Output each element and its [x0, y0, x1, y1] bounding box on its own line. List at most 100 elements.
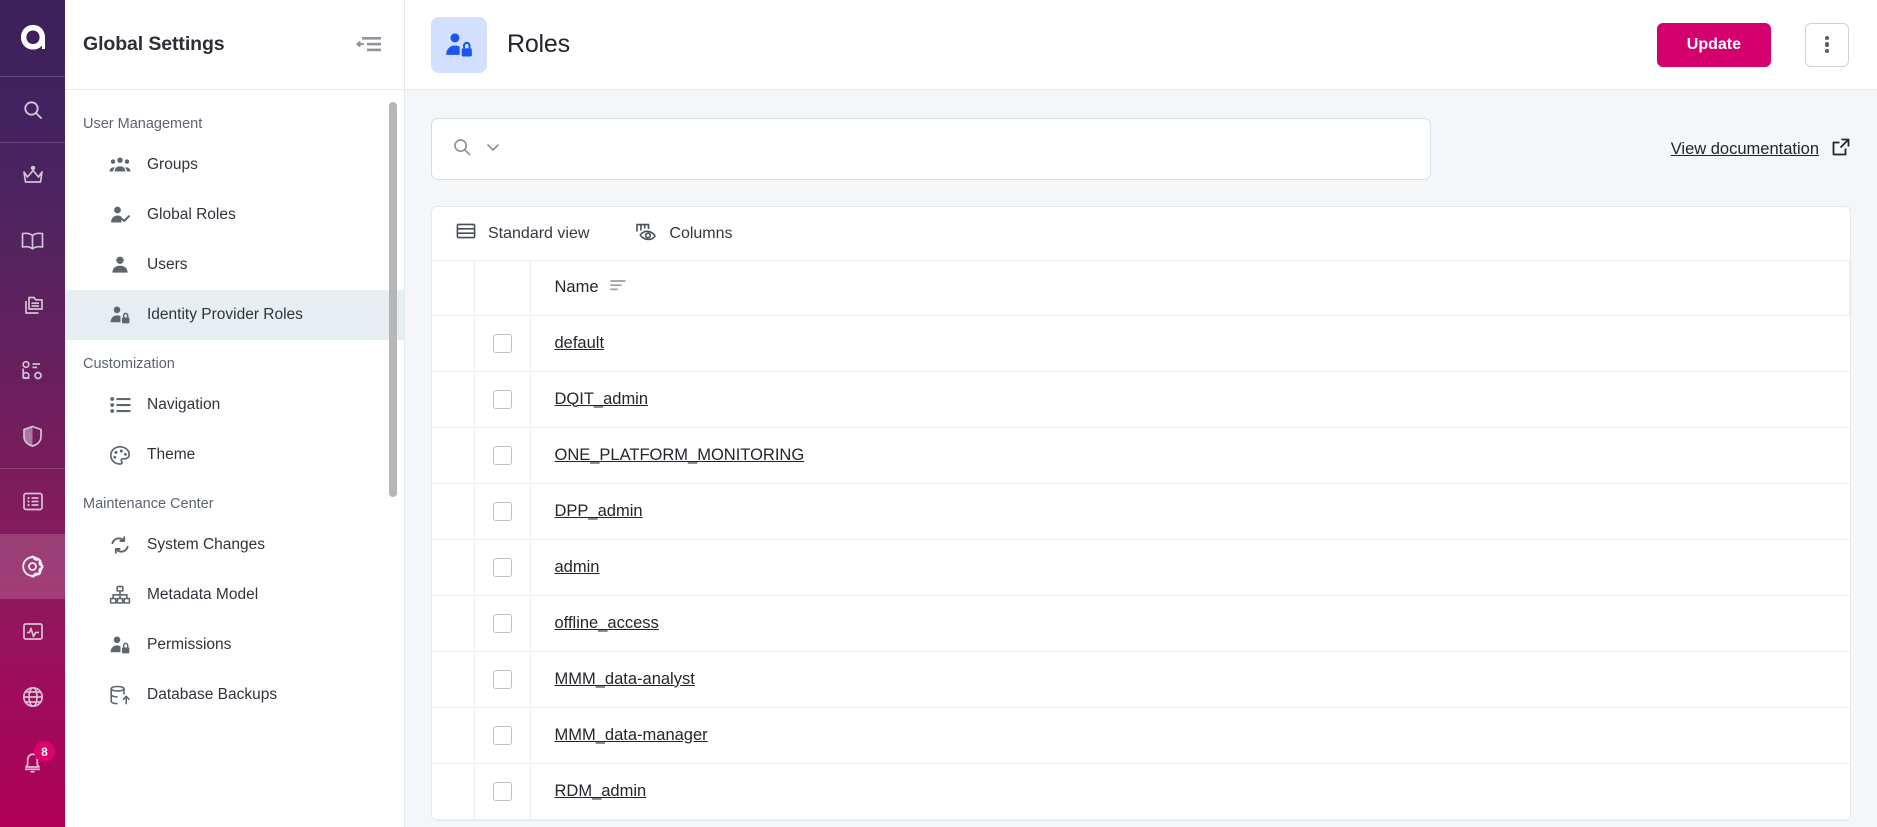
sidebar-item-global-roles[interactable]: Global Roles: [65, 190, 404, 240]
sidebar-item-groups[interactable]: Groups: [65, 140, 404, 190]
sidebar-title: Global Settings: [83, 33, 225, 56]
user-check-icon: [109, 204, 131, 226]
sidebar-item-identity-provider-roles[interactable]: Identity Provider Roles: [65, 290, 404, 340]
view-documentation-link[interactable]: View documentation: [1671, 137, 1851, 162]
row-name-cell: offline_access: [530, 595, 1850, 651]
sort-icon[interactable]: [609, 278, 627, 297]
external-link-icon: [1831, 137, 1851, 162]
rail-item-notifications[interactable]: 8: [0, 729, 65, 794]
role-link[interactable]: DPP_admin: [531, 502, 643, 521]
rail-item-folders[interactable]: [0, 273, 65, 338]
sidebar-item-permissions[interactable]: Permissions: [65, 620, 404, 670]
role-link[interactable]: ONE_PLATFORM_MONITORING: [531, 446, 805, 465]
row-name-cell: ONE_PLATFORM_MONITORING: [530, 427, 1850, 483]
row-checkbox-cell[interactable]: [474, 539, 530, 595]
more-vertical-icon[interactable]: [1805, 23, 1849, 67]
columns-eye-icon: [635, 222, 657, 246]
row-checkbox[interactable]: [493, 726, 512, 745]
table-row[interactable]: RDM_admin: [432, 763, 1850, 819]
sidebar-scrollbar-thumb[interactable]: [389, 102, 397, 497]
chevron-down-icon[interactable]: [484, 138, 502, 161]
role-link[interactable]: offline_access: [531, 614, 659, 633]
row-checkbox-cell[interactable]: [474, 427, 530, 483]
sidebar-item-label: Theme: [147, 446, 195, 464]
role-link[interactable]: MMM_data-analyst: [531, 670, 695, 689]
row-name-cell: MMM_data-analyst: [530, 651, 1850, 707]
rail-item-analytics[interactable]: [0, 338, 65, 403]
sidebar-item-navigation[interactable]: Navigation: [65, 380, 404, 430]
table-row[interactable]: admin: [432, 539, 1850, 595]
row-checkbox-cell[interactable]: [474, 371, 530, 427]
search-input[interactable]: [514, 140, 1410, 158]
table-row[interactable]: default: [432, 315, 1850, 371]
row-checkbox[interactable]: [493, 502, 512, 521]
rail-item-book[interactable]: [0, 208, 65, 273]
row-checkbox[interactable]: [493, 446, 512, 465]
search-icon: [452, 137, 472, 162]
sidebar-item-database-backups[interactable]: Database Backups: [65, 670, 404, 720]
table-row[interactable]: offline_access: [432, 595, 1850, 651]
role-link[interactable]: admin: [531, 558, 600, 577]
page-header: Roles Update: [405, 0, 1877, 90]
table-row[interactable]: ONE_PLATFORM_MONITORING: [432, 427, 1850, 483]
row-gutter: [432, 539, 474, 595]
sidebar-item-theme[interactable]: Theme: [65, 430, 404, 480]
row-checkbox-cell[interactable]: [474, 595, 530, 651]
row-checkbox-cell[interactable]: [474, 763, 530, 819]
row-checkbox[interactable]: [493, 558, 512, 577]
page-body: View documentation: [405, 90, 1877, 827]
roles-table: Name: [432, 261, 1850, 820]
table-body: default DQIT_admin: [432, 315, 1850, 819]
table-row[interactable]: MMM_data-manager: [432, 707, 1850, 763]
table-row[interactable]: DPP_admin: [432, 483, 1850, 539]
sidebar-item-users[interactable]: Users: [65, 240, 404, 290]
sidebar-item-system-changes[interactable]: System Changes: [65, 520, 404, 570]
rail-item-settings[interactable]: [0, 534, 65, 599]
palette-icon: [109, 444, 131, 466]
rail-item-globe[interactable]: [0, 664, 65, 729]
role-link[interactable]: default: [531, 334, 605, 353]
database-upload-icon: [109, 684, 131, 706]
rail-item-search[interactable]: [0, 77, 65, 142]
row-checkbox-cell[interactable]: [474, 707, 530, 763]
table-toolbar: Standard view Columns: [432, 207, 1850, 261]
role-link[interactable]: DQIT_admin: [531, 390, 649, 409]
app-logo[interactable]: [0, 0, 65, 76]
rail-item-monitoring[interactable]: [0, 599, 65, 664]
rail-item-list[interactable]: [0, 469, 65, 534]
row-name-cell: RDM_admin: [530, 763, 1850, 819]
role-link[interactable]: RDM_admin: [531, 782, 647, 801]
column-header-name[interactable]: Name: [530, 261, 1850, 315]
rail-item-shield[interactable]: [0, 403, 65, 468]
sidebar-item-label: Users: [147, 256, 187, 274]
table-row[interactable]: MMM_data-analyst: [432, 651, 1850, 707]
user-lock-icon: [109, 634, 131, 656]
user-lock-icon: [431, 17, 487, 73]
row-gutter: [432, 315, 474, 371]
roles-table-card: Standard view Columns: [431, 206, 1851, 821]
rail-item-crown[interactable]: [0, 143, 65, 208]
row-checkbox[interactable]: [493, 614, 512, 633]
collapse-panel-icon[interactable]: [356, 35, 382, 55]
row-name-cell: DQIT_admin: [530, 371, 1850, 427]
user-icon: [109, 254, 131, 276]
role-link[interactable]: MMM_data-manager: [531, 726, 708, 745]
sidebar-item-metadata-model[interactable]: Metadata Model: [65, 570, 404, 620]
columns-button[interactable]: Columns: [635, 222, 732, 246]
row-checkbox-cell[interactable]: [474, 315, 530, 371]
row-checkbox-cell[interactable]: [474, 483, 530, 539]
row-checkbox[interactable]: [493, 782, 512, 801]
search-box[interactable]: [431, 118, 1431, 180]
row-checkbox[interactable]: [493, 390, 512, 409]
row-checkbox-cell[interactable]: [474, 651, 530, 707]
sidebar-item-label: Identity Provider Roles: [147, 306, 303, 324]
search-row: View documentation: [431, 118, 1851, 180]
column-header-label: Name: [555, 278, 599, 297]
standard-view-button[interactable]: Standard view: [456, 222, 589, 245]
update-button[interactable]: Update: [1657, 23, 1771, 67]
row-checkbox[interactable]: [493, 334, 512, 353]
table-head: Name: [432, 261, 1850, 315]
row-checkbox[interactable]: [493, 670, 512, 689]
sidebar-scrollbar[interactable]: [389, 90, 397, 827]
table-row[interactable]: DQIT_admin: [432, 371, 1850, 427]
